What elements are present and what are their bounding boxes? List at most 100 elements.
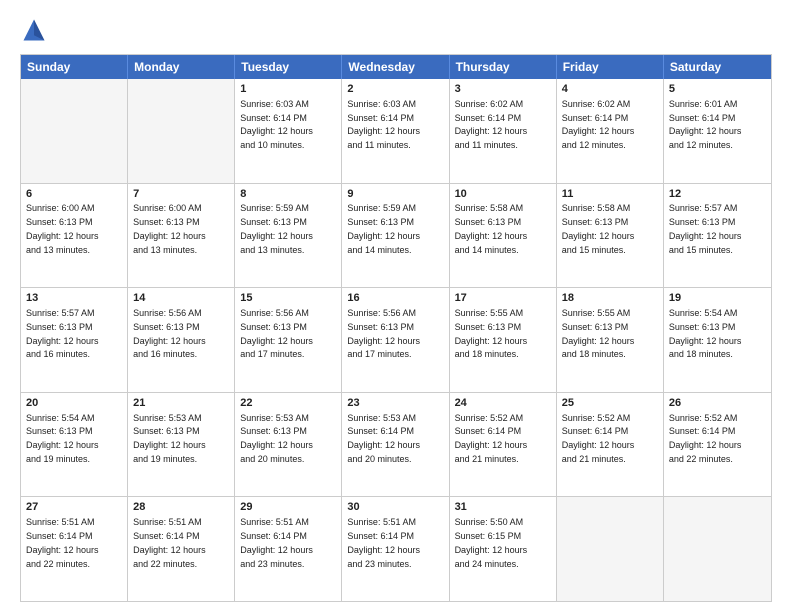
cal-cell: 1 Sunrise: 6:03 AM Sunset: 6:14 PM Daylig… xyxy=(235,79,342,183)
cal-cell: 22 Sunrise: 5:53 AM Sunset: 6:13 PM Dayli… xyxy=(235,393,342,497)
cell-info: Sunrise: 5:52 AM Sunset: 6:14 PM Dayligh… xyxy=(455,413,528,464)
cell-info: Sunrise: 5:57 AM Sunset: 6:13 PM Dayligh… xyxy=(669,203,742,254)
calendar-body: 1 Sunrise: 6:03 AM Sunset: 6:14 PM Daylig… xyxy=(21,79,771,601)
cal-cell: 27 Sunrise: 5:51 AM Sunset: 6:14 PM Dayli… xyxy=(21,497,128,601)
day-number: 26 xyxy=(669,396,766,411)
cell-info: Sunrise: 5:51 AM Sunset: 6:14 PM Dayligh… xyxy=(26,517,99,568)
day-number: 17 xyxy=(455,291,551,306)
weekday-header-thursday: Thursday xyxy=(450,55,557,79)
cal-cell xyxy=(128,79,235,183)
cell-info: Sunrise: 5:51 AM Sunset: 6:14 PM Dayligh… xyxy=(133,517,206,568)
cal-cell: 12Sunrise: 5:57 AM Sunset: 6:13 PM Dayli… xyxy=(664,184,771,288)
day-number: 23 xyxy=(347,396,443,411)
cal-cell: 8Sunrise: 5:59 AM Sunset: 6:13 PM Daylig… xyxy=(235,184,342,288)
cal-cell: 13Sunrise: 5:57 AM Sunset: 6:13 PM Dayli… xyxy=(21,288,128,392)
cal-cell: 19 Sunrise: 5:54 AM Sunset: 6:13 PM Dayli… xyxy=(664,288,771,392)
day-number: 4 xyxy=(562,82,658,97)
day-number: 16 xyxy=(347,291,443,306)
weekday-header-sunday: Sunday xyxy=(21,55,128,79)
cell-info: Sunrise: 5:51 AM Sunset: 6:14 PM Dayligh… xyxy=(240,517,313,568)
cell-info: Sunrise: 5:58 AM Sunset: 6:13 PM Dayligh… xyxy=(455,203,528,254)
day-number: 19 xyxy=(669,291,766,306)
cal-cell: 29Sunrise: 5:51 AM Sunset: 6:14 PM Dayli… xyxy=(235,497,342,601)
cell-info: Sunrise: 5:56 AM Sunset: 6:13 PM Dayligh… xyxy=(133,308,206,359)
cell-info: Sunrise: 5:56 AM Sunset: 6:13 PM Dayligh… xyxy=(240,308,313,359)
weekday-header-saturday: Saturday xyxy=(664,55,771,79)
cal-row-5: 27 Sunrise: 5:51 AM Sunset: 6:14 PM Dayli… xyxy=(21,496,771,601)
cal-cell: 14 Sunrise: 5:56 AM Sunset: 6:13 PM Dayli… xyxy=(128,288,235,392)
weekday-header-wednesday: Wednesday xyxy=(342,55,449,79)
day-number: 22 xyxy=(240,396,336,411)
cal-cell: 23Sunrise: 5:53 AM Sunset: 6:14 PM Dayli… xyxy=(342,393,449,497)
cal-cell: 7Sunrise: 6:00 AM Sunset: 6:13 PM Daylig… xyxy=(128,184,235,288)
day-number: 24 xyxy=(455,396,551,411)
day-number: 31 xyxy=(455,500,551,515)
cal-cell: 10Sunrise: 5:58 AM Sunset: 6:13 PM Dayli… xyxy=(450,184,557,288)
cal-cell xyxy=(21,79,128,183)
day-number: 28 xyxy=(133,500,229,515)
cal-cell: 17 Sunrise: 5:55 AM Sunset: 6:13 PM Dayli… xyxy=(450,288,557,392)
cell-info: Sunrise: 5:59 AM Sunset: 6:13 PM Dayligh… xyxy=(347,203,420,254)
cell-info: Sunrise: 6:00 AM Sunset: 6:13 PM Dayligh… xyxy=(133,203,206,254)
cell-info: Sunrise: 5:55 AM Sunset: 6:13 PM Dayligh… xyxy=(562,308,635,359)
cal-cell: 11Sunrise: 5:58 AM Sunset: 6:13 PM Dayli… xyxy=(557,184,664,288)
logo xyxy=(20,16,52,44)
cal-cell: 24 Sunrise: 5:52 AM Sunset: 6:14 PM Dayli… xyxy=(450,393,557,497)
day-number: 1 xyxy=(240,82,336,97)
weekday-header-monday: Monday xyxy=(128,55,235,79)
cal-cell: 26Sunrise: 5:52 AM Sunset: 6:14 PM Dayli… xyxy=(664,393,771,497)
cal-cell: 25Sunrise: 5:52 AM Sunset: 6:14 PM Dayli… xyxy=(557,393,664,497)
cal-cell: 6Sunrise: 6:00 AM Sunset: 6:13 PM Daylig… xyxy=(21,184,128,288)
cell-info: Sunrise: 5:55 AM Sunset: 6:13 PM Dayligh… xyxy=(455,308,528,359)
day-number: 12 xyxy=(669,187,766,202)
day-number: 25 xyxy=(562,396,658,411)
day-number: 6 xyxy=(26,187,122,202)
cal-cell: 9Sunrise: 5:59 AM Sunset: 6:13 PM Daylig… xyxy=(342,184,449,288)
cell-info: Sunrise: 6:02 AM Sunset: 6:14 PM Dayligh… xyxy=(562,99,635,150)
day-number: 14 xyxy=(133,291,229,306)
cell-info: Sunrise: 5:51 AM Sunset: 6:14 PM Dayligh… xyxy=(347,517,420,568)
cal-row-1: 1 Sunrise: 6:03 AM Sunset: 6:14 PM Daylig… xyxy=(21,79,771,183)
logo-icon xyxy=(20,16,48,44)
cell-info: Sunrise: 5:53 AM Sunset: 6:13 PM Dayligh… xyxy=(240,413,313,464)
cal-cell: 31Sunrise: 5:50 AM Sunset: 6:15 PM Dayli… xyxy=(450,497,557,601)
day-number: 2 xyxy=(347,82,443,97)
cal-cell: 21Sunrise: 5:53 AM Sunset: 6:13 PM Dayli… xyxy=(128,393,235,497)
cell-info: Sunrise: 6:00 AM Sunset: 6:13 PM Dayligh… xyxy=(26,203,99,254)
calendar: SundayMondayTuesdayWednesdayThursdayFrid… xyxy=(20,54,772,602)
day-number: 8 xyxy=(240,187,336,202)
weekday-header-friday: Friday xyxy=(557,55,664,79)
cal-cell: 30 Sunrise: 5:51 AM Sunset: 6:14 PM Dayli… xyxy=(342,497,449,601)
cell-info: Sunrise: 5:59 AM Sunset: 6:13 PM Dayligh… xyxy=(240,203,313,254)
cell-info: Sunrise: 5:54 AM Sunset: 6:13 PM Dayligh… xyxy=(669,308,742,359)
day-number: 18 xyxy=(562,291,658,306)
cal-cell xyxy=(557,497,664,601)
cal-row-2: 6Sunrise: 6:00 AM Sunset: 6:13 PM Daylig… xyxy=(21,183,771,288)
day-number: 9 xyxy=(347,187,443,202)
cell-info: Sunrise: 6:03 AM Sunset: 6:14 PM Dayligh… xyxy=(240,99,313,150)
day-number: 11 xyxy=(562,187,658,202)
day-number: 27 xyxy=(26,500,122,515)
day-number: 13 xyxy=(26,291,122,306)
day-number: 5 xyxy=(669,82,766,97)
cal-cell: 16Sunrise: 5:56 AM Sunset: 6:13 PM Dayli… xyxy=(342,288,449,392)
cal-cell xyxy=(664,497,771,601)
cell-info: Sunrise: 5:58 AM Sunset: 6:13 PM Dayligh… xyxy=(562,203,635,254)
cal-cell: 18 Sunrise: 5:55 AM Sunset: 6:13 PM Dayli… xyxy=(557,288,664,392)
day-number: 10 xyxy=(455,187,551,202)
cal-cell: 2 Sunrise: 6:03 AM Sunset: 6:14 PM Daylig… xyxy=(342,79,449,183)
cal-cell: 28 Sunrise: 5:51 AM Sunset: 6:14 PM Dayli… xyxy=(128,497,235,601)
header xyxy=(20,16,772,44)
cell-info: Sunrise: 6:03 AM Sunset: 6:14 PM Dayligh… xyxy=(347,99,420,150)
calendar-header: SundayMondayTuesdayWednesdayThursdayFrid… xyxy=(21,55,771,79)
day-number: 7 xyxy=(133,187,229,202)
day-number: 30 xyxy=(347,500,443,515)
cal-cell: 20Sunrise: 5:54 AM Sunset: 6:13 PM Dayli… xyxy=(21,393,128,497)
day-number: 15 xyxy=(240,291,336,306)
cal-row-3: 13Sunrise: 5:57 AM Sunset: 6:13 PM Dayli… xyxy=(21,287,771,392)
weekday-header-tuesday: Tuesday xyxy=(235,55,342,79)
page: SundayMondayTuesdayWednesdayThursdayFrid… xyxy=(0,0,792,612)
cell-info: Sunrise: 6:01 AM Sunset: 6:14 PM Dayligh… xyxy=(669,99,742,150)
cell-info: Sunrise: 6:02 AM Sunset: 6:14 PM Dayligh… xyxy=(455,99,528,150)
day-number: 21 xyxy=(133,396,229,411)
